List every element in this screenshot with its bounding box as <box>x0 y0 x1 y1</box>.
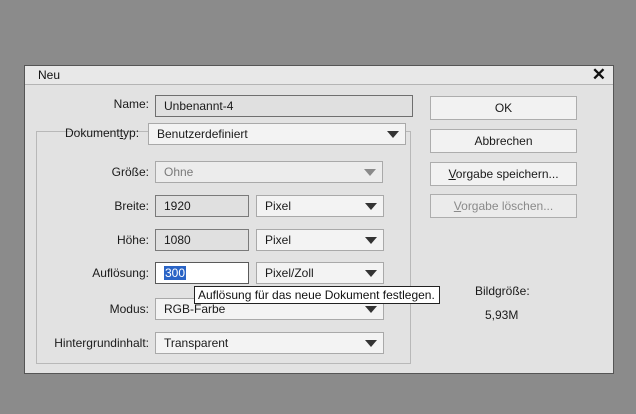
width-unit-value: Pixel <box>265 199 292 213</box>
resolution-value: 300 <box>164 266 187 280</box>
size-select: Ohne <box>155 161 383 183</box>
width-field[interactable]: 1920 <box>155 195 249 217</box>
ok-button[interactable]: OK <box>430 96 577 120</box>
name-label: Name: <box>113 97 149 111</box>
new-document-dialog: Neu ✕ Name: Unbenannt-4 Dokumenttyp: Ben… <box>24 65 614 374</box>
document-type-value: Benutzerdefiniert <box>157 127 248 141</box>
width-label: Breite: <box>114 199 149 213</box>
width-unit-select[interactable]: Pixel <box>256 195 384 217</box>
background-label: Hintergrundinhalt: <box>54 336 149 350</box>
resolution-field[interactable]: 300 <box>155 262 249 284</box>
image-size-value: 5,93M <box>485 308 519 322</box>
chevron-down-icon <box>365 306 377 313</box>
resolution-unit-value: Pixel/Zoll <box>265 266 314 280</box>
cancel-button[interactable]: Abbrechen <box>430 129 577 153</box>
close-icon[interactable]: ✕ <box>592 65 606 85</box>
background-select[interactable]: Transparent <box>155 332 384 354</box>
height-unit-value: Pixel <box>265 233 292 247</box>
mode-value: RGB-Farbe <box>164 302 226 316</box>
dialog-title: Neu <box>38 68 61 82</box>
height-field[interactable]: 1080 <box>155 229 249 251</box>
save-preset-button[interactable]: Vorgabe speichern... <box>430 162 577 186</box>
resolution-unit-select[interactable]: Pixel/Zoll <box>256 262 384 284</box>
image-size-label: Bildgröße: <box>475 284 530 298</box>
size-label: Größe: <box>111 165 149 179</box>
chevron-down-icon <box>365 237 377 244</box>
size-value: Ohne <box>164 165 194 179</box>
chevron-down-icon <box>387 131 399 138</box>
document-type-select[interactable]: Benutzerdefiniert <box>148 123 406 145</box>
height-label: Höhe: <box>116 233 149 247</box>
delete-preset-button: Vorgabe löschen... <box>430 194 577 218</box>
chevron-down-icon <box>364 169 376 176</box>
name-field[interactable]: Unbenannt-4 <box>155 95 413 117</box>
chevron-down-icon <box>365 203 377 210</box>
title-bar[interactable]: Neu ✕ <box>25 65 613 85</box>
mode-label: Modus: <box>109 302 149 316</box>
resolution-label: Auflösung: <box>92 266 149 280</box>
background-value: Transparent <box>164 336 229 350</box>
document-type-label: Dokumenttyp: <box>65 126 140 140</box>
resolution-tooltip: Auflösung für das neue Dokument festlege… <box>194 286 440 304</box>
chevron-down-icon <box>365 340 377 347</box>
height-unit-select[interactable]: Pixel <box>256 229 384 251</box>
chevron-down-icon <box>365 270 377 277</box>
